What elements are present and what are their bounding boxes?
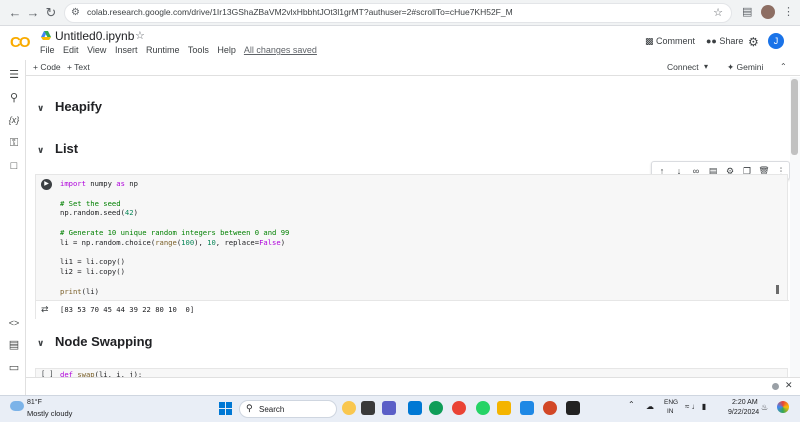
- widgets-app-icon[interactable]: [342, 401, 356, 415]
- chevron-down-icon[interactable]: ∨: [37, 338, 51, 349]
- site-info-icon[interactable]: ⚙: [71, 7, 80, 18]
- colab-logo[interactable]: CO: [10, 34, 30, 51]
- variables-icon[interactable]: {x}: [6, 113, 22, 127]
- taskbar-search[interactable]: ⚲ Search: [239, 400, 337, 418]
- code-cell[interactable]: ▶ import numpy as np # Set the seed np.r…: [35, 174, 789, 320]
- connect-dropdown-icon[interactable]: ▾: [704, 62, 708, 71]
- powerpoint-app-icon[interactable]: [543, 401, 557, 415]
- table-of-contents-icon[interactable]: ☰: [6, 68, 22, 82]
- notebook-area: ∨ Heapify ∨ List ↑ ↓ ∞ ▤ ⚙ ❐ 🗑 ⋮ ▶ import …: [26, 77, 790, 380]
- windows-taskbar: 81°F Mostly cloudy ⚲ Search ⌃ ☁ ENG IN ≈…: [0, 395, 800, 422]
- section-heapify[interactable]: ∨ Heapify: [37, 99, 102, 114]
- settings-gear-icon[interactable]: ⚙: [748, 35, 759, 49]
- terminal-app-icon[interactable]: [566, 401, 580, 415]
- search-icon: ⚲: [246, 403, 253, 413]
- status-indicator[interactable]: [772, 383, 779, 390]
- region-indicator[interactable]: IN: [667, 408, 674, 415]
- menu-runtime[interactable]: Runtime: [146, 45, 180, 55]
- files-folder-icon[interactable]: □: [6, 159, 22, 173]
- user-avatar[interactable]: J: [768, 33, 784, 49]
- section-node-swapping[interactable]: ∨ Node Swapping: [37, 334, 153, 349]
- page-scrollbar[interactable]: [790, 77, 800, 377]
- menu-help[interactable]: Help: [217, 45, 236, 55]
- code-line: # Generate 10 unique random integers bet…: [60, 227, 290, 237]
- menu-file[interactable]: File: [40, 45, 55, 55]
- chrome-app-icon[interactable]: [452, 401, 466, 415]
- comment-icon: ▩: [645, 36, 654, 46]
- comment-button[interactable]: ▩ Comment: [645, 36, 695, 47]
- connect-button[interactable]: Connect: [667, 62, 699, 72]
- add-code-button[interactable]: + Code: [33, 62, 61, 72]
- bookmark-star-icon[interactable]: ☆: [713, 6, 723, 19]
- extensions-icon[interactable]: ▤: [742, 5, 752, 18]
- taskview-app-icon[interactable]: [361, 401, 375, 415]
- copilot-icon[interactable]: [777, 401, 789, 413]
- secrets-key-icon[interactable]: ⚿: [6, 136, 22, 150]
- clock-time[interactable]: 2:20 AM: [732, 399, 758, 406]
- section-list[interactable]: ∨ List: [37, 141, 78, 156]
- notepad-app-icon[interactable]: [520, 401, 534, 415]
- weather-cloud-icon[interactable]: [10, 401, 24, 411]
- edge-app-icon[interactable]: [429, 401, 443, 415]
- colab-header: CO Untitled0.ipynb ☆ File Edit View Inse…: [0, 26, 800, 60]
- menu-edit[interactable]: Edit: [63, 45, 79, 55]
- star-icon[interactable]: ☆: [135, 29, 145, 42]
- more-vert-icon[interactable]: ⋮: [783, 5, 794, 18]
- address-bar[interactable]: ⚙ colab.research.google.com/drive/1Ir13G…: [64, 3, 732, 23]
- output-toggle-icon[interactable]: ⇄: [41, 304, 49, 315]
- code-line: li2 = li.copy(): [60, 267, 125, 277]
- chevron-down-icon[interactable]: ∨: [37, 103, 51, 114]
- whatsapp-app-icon[interactable]: [476, 401, 490, 415]
- share-button[interactable]: ●● Share: [706, 36, 743, 46]
- cell-scrollbar[interactable]: [776, 285, 779, 294]
- command-palette-icon[interactable]: ▤: [6, 338, 22, 352]
- code-editor[interactable]: import numpy as np # Set the seed np.ran…: [60, 179, 289, 297]
- forward-icon[interactable]: →: [24, 4, 42, 22]
- drive-icon: [41, 31, 51, 40]
- gemini-button[interactable]: ✦ Gemini: [727, 62, 763, 73]
- cloud-tray-icon[interactable]: ☁: [646, 402, 654, 411]
- status-bar: ✕: [26, 377, 800, 395]
- run-cell-icon[interactable]: ▶: [41, 179, 52, 190]
- browser-toolbar: ← → ↻ ⚙ colab.research.google.com/drive/…: [0, 0, 800, 26]
- notification-bell-icon[interactable]: ♨: [761, 403, 768, 412]
- terminal-icon[interactable]: ▭: [6, 361, 22, 375]
- language-indicator[interactable]: ENG: [664, 399, 678, 406]
- weather-desc[interactable]: Mostly cloudy: [27, 409, 72, 418]
- network-volume-battery-icons[interactable]: ≈ ♩ ▮: [685, 402, 706, 411]
- menu-view[interactable]: View: [87, 45, 106, 55]
- file-explorer-app-icon[interactable]: [497, 401, 511, 415]
- back-icon[interactable]: ←: [6, 4, 24, 22]
- url-text[interactable]: colab.research.google.com/drive/1Ir13GSh…: [87, 7, 513, 17]
- scrollbar-thumb[interactable]: [791, 79, 798, 155]
- cell-output: ⇄ [83 53 70 45 44 39 22 80 10 0]: [36, 300, 789, 320]
- reload-icon[interactable]: ↻: [42, 4, 60, 22]
- menu-insert[interactable]: Insert: [115, 45, 138, 55]
- save-status[interactable]: All changes saved: [244, 45, 317, 55]
- output-text: [83 53 70 45 44 39 22 80 10 0]: [60, 305, 195, 314]
- weather-temp[interactable]: 81°F: [27, 399, 42, 406]
- code-line: # Set the seed: [60, 198, 121, 208]
- left-rail: ☰ ⚲ {x} ⚿ □ <> ▤ ▭: [0, 60, 26, 395]
- clock-date[interactable]: 9/22/2024: [728, 409, 759, 416]
- windows-start-icon[interactable]: [219, 402, 232, 415]
- teams-app-icon[interactable]: [382, 401, 396, 415]
- close-icon[interactable]: ✕: [785, 380, 793, 391]
- notebook-toolbar: + Code + Text Connect ▾ ✦ Gemini ⌃: [24, 60, 800, 76]
- add-text-button[interactable]: + Text: [67, 62, 90, 72]
- profile-avatar[interactable]: [761, 5, 775, 19]
- notebook-title[interactable]: Untitled0.ipynb: [55, 29, 134, 43]
- chevron-up-icon[interactable]: ⌃: [780, 62, 787, 71]
- people-icon: ●●: [706, 36, 717, 46]
- code-snippets-icon[interactable]: <>: [6, 316, 22, 330]
- chevron-down-icon[interactable]: ∨: [37, 145, 51, 156]
- code-line: li1 = li.copy(): [60, 257, 125, 267]
- menu-tools[interactable]: Tools: [188, 45, 209, 55]
- tray-overflow-icon[interactable]: ⌃: [628, 400, 635, 409]
- menu-bar: File Edit View Insert Runtime Tools Help…: [40, 45, 323, 55]
- search-icon[interactable]: ⚲: [6, 91, 22, 105]
- store-app-icon[interactable]: [408, 401, 422, 415]
